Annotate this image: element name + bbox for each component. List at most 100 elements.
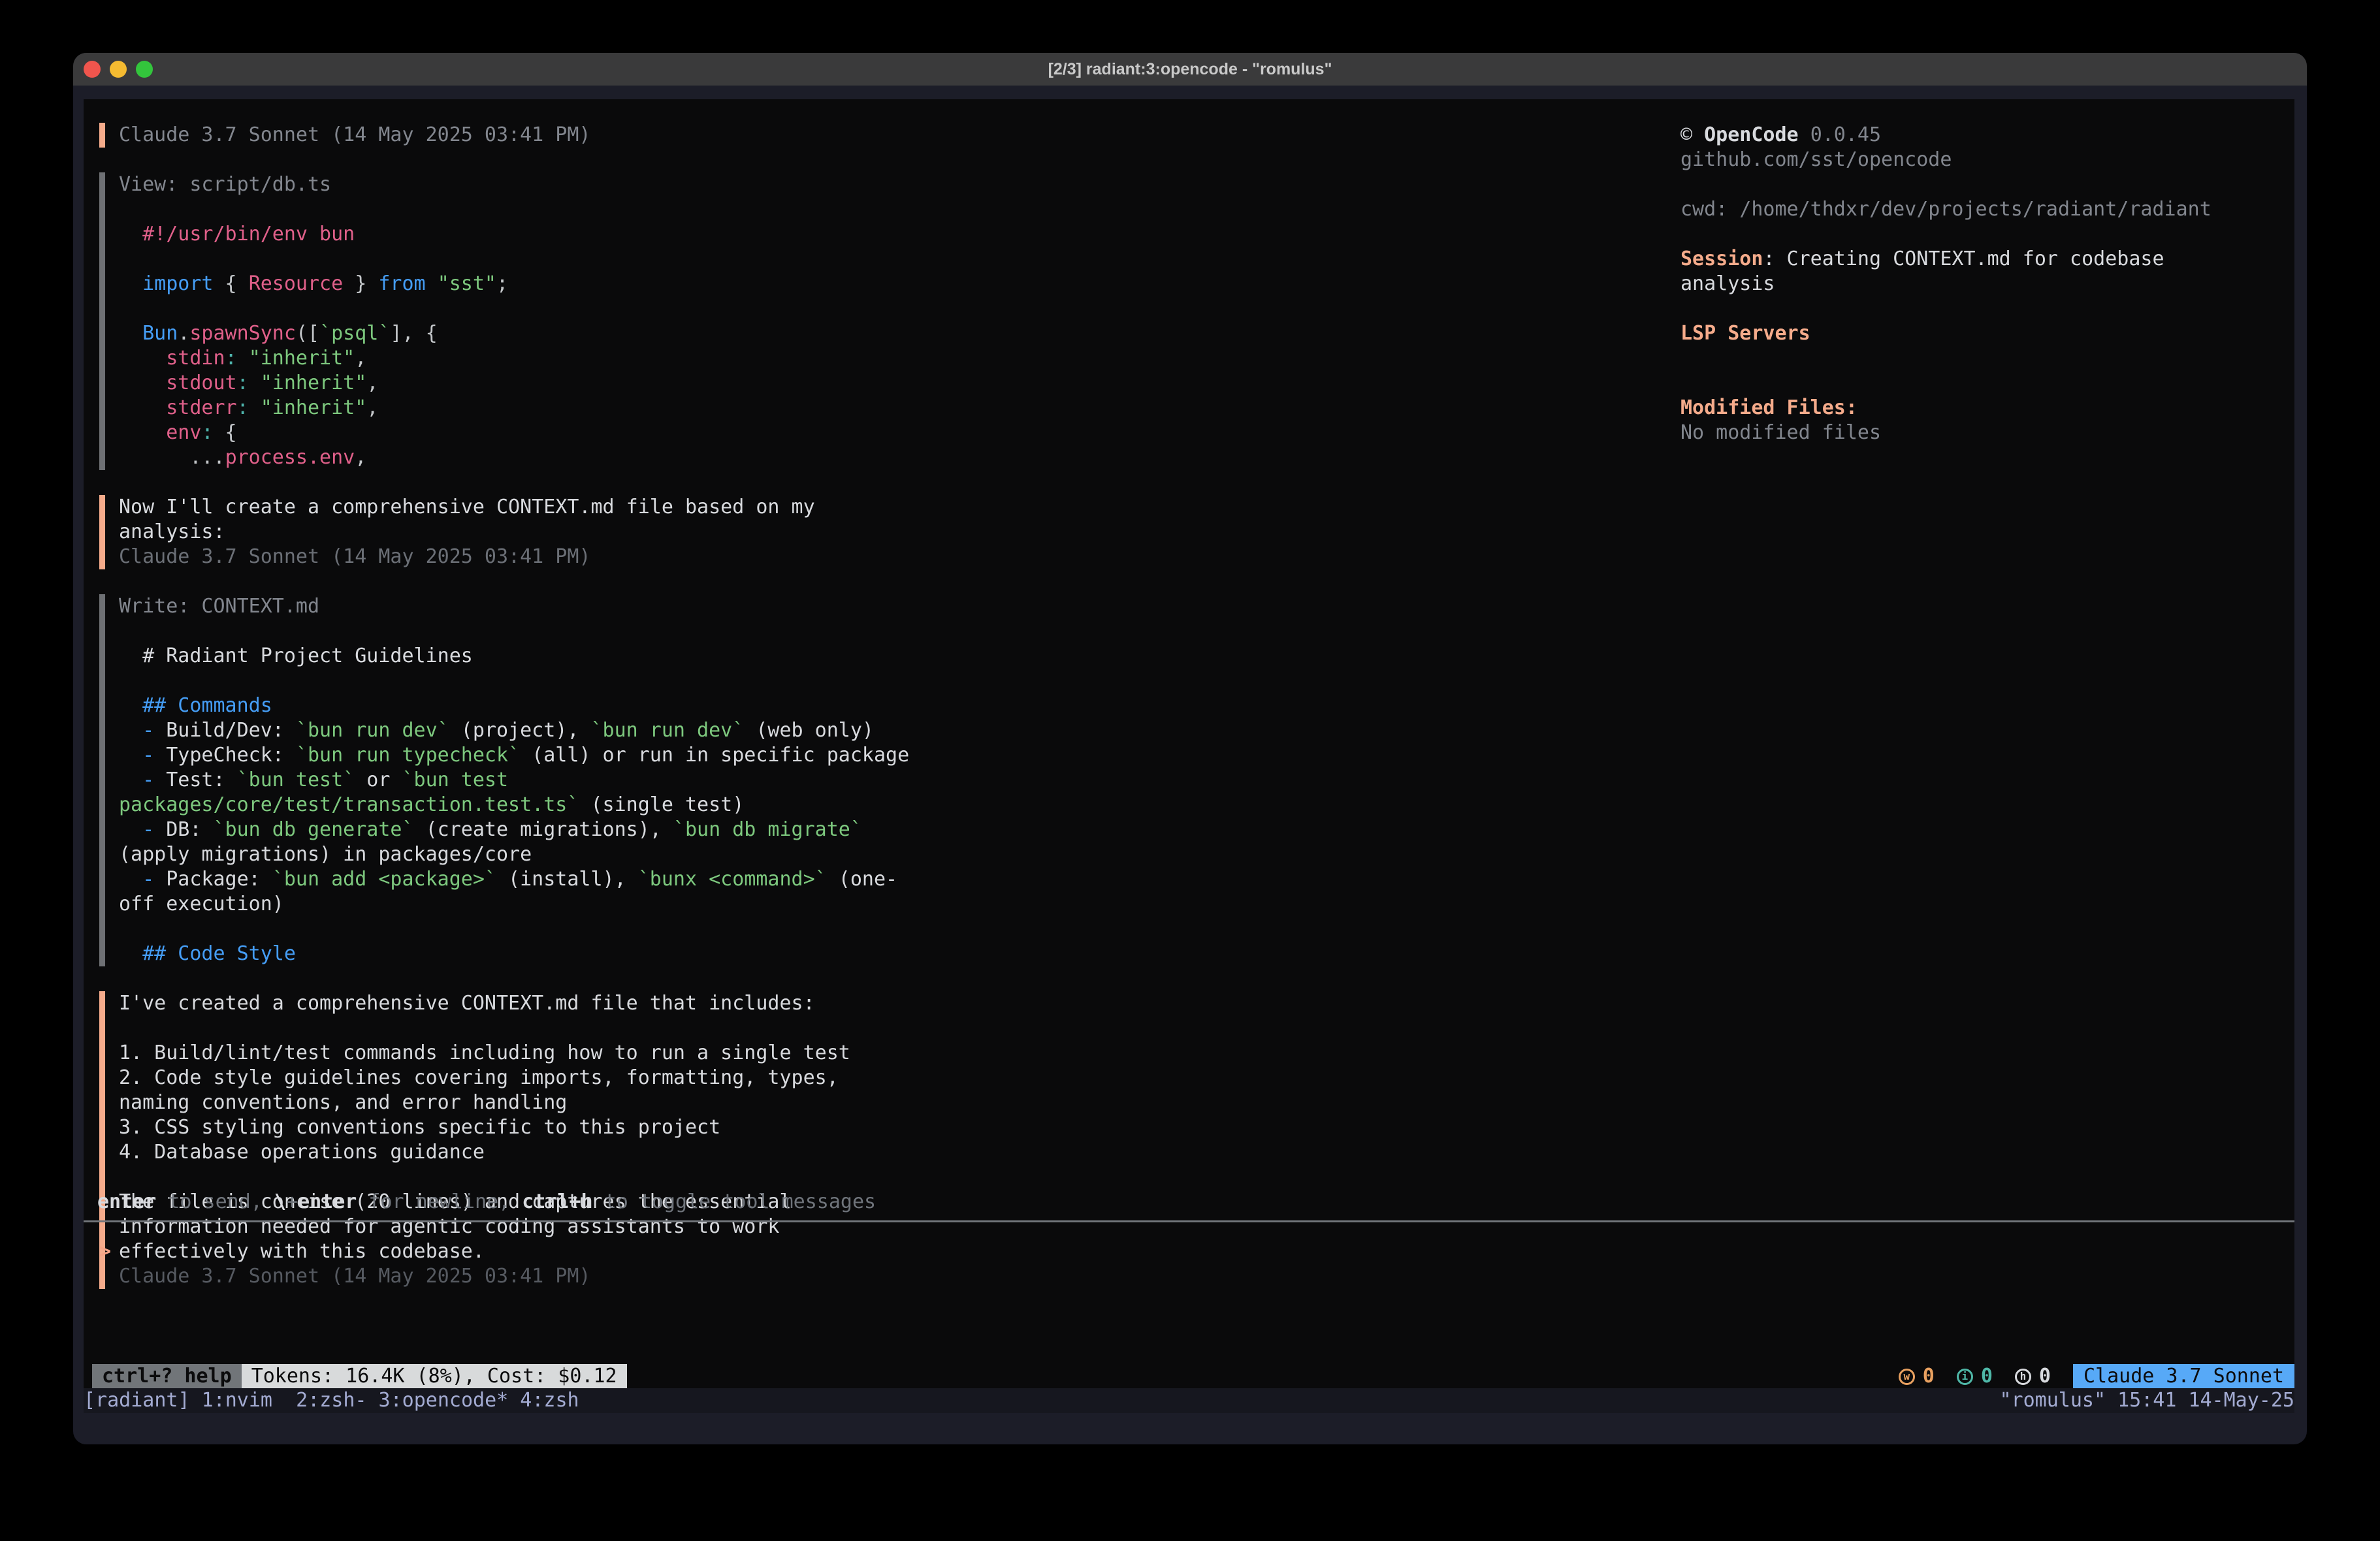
text-segment xyxy=(249,396,261,419)
zoom-button[interactable] xyxy=(136,61,153,78)
text-segment: View: script/db.ts xyxy=(119,173,331,196)
text-segment xyxy=(119,421,166,444)
text-segment xyxy=(119,446,189,469)
minimize-button[interactable] xyxy=(110,61,127,78)
text-segment: { xyxy=(214,421,237,444)
info-count-icon: i xyxy=(1957,1369,1973,1385)
text-segment: - xyxy=(142,769,154,791)
text-segment: github.com/sst/opencode xyxy=(1680,148,1952,171)
status-spacer xyxy=(627,1364,1899,1389)
text-segment: import xyxy=(142,272,213,295)
text-segment xyxy=(119,769,142,791)
text-segment: stdin xyxy=(166,347,225,370)
tmux-status-bar: [radiant] 1:nvim 2:zsh- 3:opencode* 4:zs… xyxy=(84,1388,2294,1413)
terminal-line xyxy=(119,917,918,942)
text-segment xyxy=(119,694,142,717)
text-segment: : xyxy=(225,347,237,370)
text-segment: cwd: /home/thdxr/dev/projects/radiant/ra… xyxy=(1680,198,2211,221)
tool-write-block: Write: CONTEXT.md # Radiant Project Guid… xyxy=(99,594,1621,966)
text-segment: `bun run dev` xyxy=(296,719,449,742)
message-accent-bar xyxy=(99,123,105,148)
text-segment: Now I'll create a comprehensive CONTEXT.… xyxy=(119,496,827,543)
tmux-spacer xyxy=(579,1388,2000,1413)
text-segment: , xyxy=(355,347,366,370)
text-segment: `bun run dev` xyxy=(591,719,745,742)
message-accent-bar xyxy=(99,495,105,569)
diagnostic-count: 0 xyxy=(1923,1364,1935,1389)
desktop-background: [2/3] radiant:3:opencode - "romulus" Cla… xyxy=(0,0,2380,1541)
terminal-line: LSP Servers xyxy=(1680,321,2211,346)
tmux-window-list[interactable]: [radiant] 1:nvim 2:zsh- 3:opencode* 4:zs… xyxy=(84,1388,579,1413)
terminal-line xyxy=(119,296,508,321)
status-bar: ctrl+? help Tokens: 16.4K (8%), Cost: $0… xyxy=(92,1364,2294,1389)
text-segment: Bun xyxy=(142,322,178,345)
text-segment: ; xyxy=(496,272,508,295)
terminal-line: ## Commands xyxy=(119,693,918,718)
text-segment: 3. CSS styling conventions specific to t… xyxy=(119,1116,720,1139)
diagnostic-count: 0 xyxy=(2039,1364,2051,1389)
text-segment: - xyxy=(142,719,154,742)
text-segment: 2. Code style guidelines covering import… xyxy=(119,1066,850,1114)
text-segment: `bun db generate` xyxy=(214,818,414,841)
text-segment: enter xyxy=(298,1190,357,1213)
warning-count-icon: w0 xyxy=(1899,1364,1935,1389)
text-segment: \ xyxy=(274,1190,286,1213)
session-sidebar: © OpenCode 0.0.45github.com/sst/opencode… xyxy=(1680,123,1963,445)
terminal-line: # Radiant Project Guidelines xyxy=(119,644,918,669)
text-segment: Write: CONTEXT.md xyxy=(119,595,319,618)
text-segment: (all) or run in specific package xyxy=(520,744,909,767)
traffic-lights xyxy=(84,61,153,78)
text-segment: Test: xyxy=(154,769,236,791)
text-segment: : xyxy=(237,396,249,419)
terminal-line: 2. Code style guidelines covering import… xyxy=(119,1066,918,1115)
terminal-line: View: script/db.ts xyxy=(119,172,508,197)
text-segment: `bun run typecheck` xyxy=(296,744,520,767)
close-button[interactable] xyxy=(84,61,101,78)
message-body: View: script/db.ts #!/usr/bin/env bun im… xyxy=(119,172,508,470)
text-segment: DB: xyxy=(154,818,213,841)
terminal-line: Claude 3.7 Sonnet (14 May 2025 03:41 PM) xyxy=(119,1264,918,1289)
prompt-input[interactable]: > xyxy=(99,1239,2274,1264)
text-segment: I've created a comprehensive CONTEXT.md … xyxy=(119,992,815,1015)
message-accent-bar xyxy=(99,594,105,966)
text-segment xyxy=(249,372,261,394)
message-body: Claude 3.7 Sonnet (14 May 2025 03:41 PM) xyxy=(119,123,590,148)
text-segment: , xyxy=(366,396,378,419)
text-segment xyxy=(119,347,166,370)
text-segment: `bun db migrate` xyxy=(673,818,862,841)
tool-view-block: View: script/db.ts #!/usr/bin/env bun im… xyxy=(99,172,1621,470)
terminal-line xyxy=(119,1016,918,1041)
chat-transcript: Claude 3.7 Sonnet (14 May 2025 03:41 PM)… xyxy=(99,123,1621,1314)
terminal-line: github.com/sst/opencode xyxy=(1680,148,2211,172)
terminal-line: Claude 3.7 Sonnet (14 May 2025 03:41 PM) xyxy=(119,123,590,148)
text-segment: ## Commands xyxy=(142,694,272,717)
window-title: [2/3] radiant:3:opencode - "romulus" xyxy=(73,53,2307,86)
terminal-line xyxy=(119,247,508,272)
text-segment xyxy=(119,868,142,891)
text-segment: ([ xyxy=(296,322,319,345)
terminal-line: import { Resource } from "sst"; xyxy=(119,272,508,296)
diagnostic-count: 0 xyxy=(1981,1364,1993,1389)
text-segment: enter xyxy=(97,1190,156,1213)
text-segment: #!/usr/bin/env bun xyxy=(119,223,355,246)
text-segment: Claude 3.7 Sonnet (14 May 2025 03:41 PM) xyxy=(119,545,590,568)
help-shortcut-chip[interactable]: ctrl+? help xyxy=(92,1364,242,1389)
text-segment: "inherit" xyxy=(249,347,355,370)
text-segment: , xyxy=(366,372,378,394)
terminal-line: - Package: `bun add <package>` (install)… xyxy=(119,867,918,917)
text-segment: (single test) xyxy=(579,793,744,816)
text-segment: Claude 3.7 Sonnet (14 May 2025 03:41 PM) xyxy=(119,123,590,146)
terminal-line: cwd: /home/thdxr/dev/projects/radiant/ra… xyxy=(1680,197,2211,222)
text-segment: "inherit" xyxy=(261,396,367,419)
text-segment: ## Code Style xyxy=(142,942,296,965)
text-segment: 0.0.45 xyxy=(1810,123,1881,146)
terminal-line: 4. Database operations guidance xyxy=(119,1140,918,1165)
text-segment: stdout xyxy=(166,372,236,394)
diagnostics-counters: w0i0h0 xyxy=(1899,1364,2051,1389)
terminal-line: #!/usr/bin/env bun xyxy=(119,222,508,247)
hint-count-icon: h xyxy=(2015,1369,2031,1385)
text-segment xyxy=(119,396,166,419)
text-segment: TypeCheck: xyxy=(154,744,296,767)
assistant-message: Now I'll create a comprehensive CONTEXT.… xyxy=(99,495,1621,569)
text-segment: `bun test` xyxy=(237,769,355,791)
